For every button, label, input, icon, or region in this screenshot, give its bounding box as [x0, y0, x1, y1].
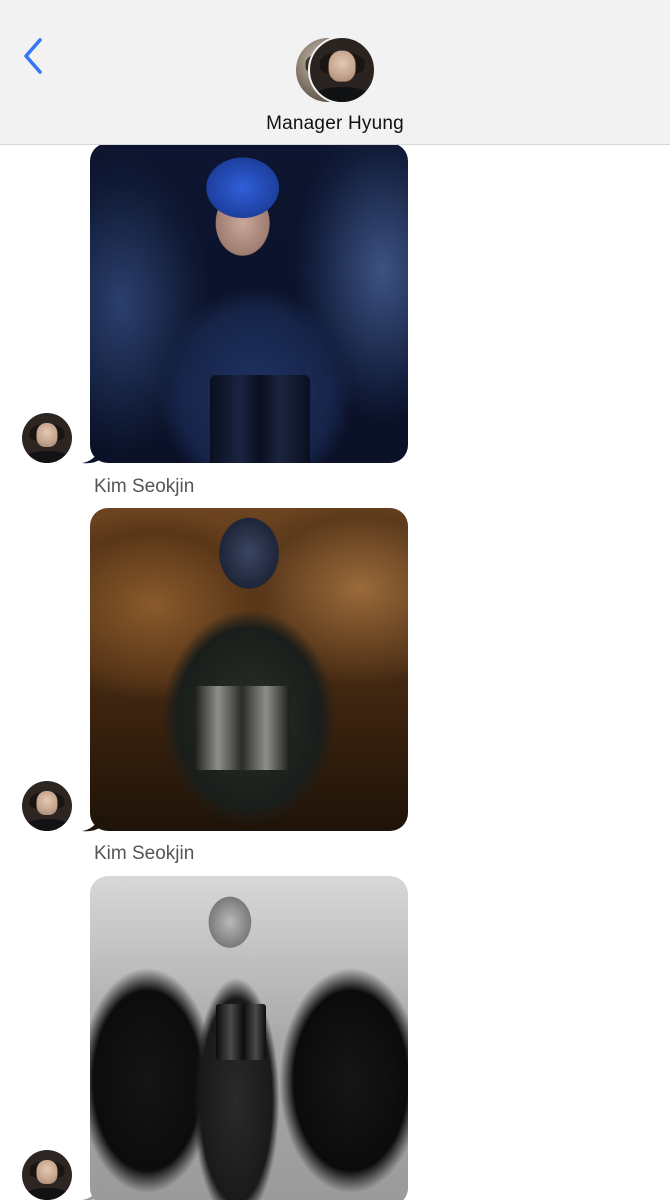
- sender-avatar[interactable]: [22, 1150, 72, 1200]
- group-avatar[interactable]: [294, 36, 378, 104]
- sender-avatar[interactable]: [22, 781, 72, 831]
- conversation-screen: Manager Hyung Kim Seokjin Kim Seokjin: [0, 0, 670, 1200]
- bubble-tail: [82, 446, 102, 464]
- photo-attachment[interactable]: [90, 508, 408, 831]
- photo-detail: [194, 686, 290, 770]
- conversation-title[interactable]: Manager Hyung: [0, 113, 670, 135]
- sender-name: Kim Seokjin: [94, 476, 195, 497]
- sender-avatar[interactable]: [22, 413, 72, 463]
- bubble-tail: [82, 814, 102, 832]
- chevron-left-icon: [24, 38, 42, 74]
- back-button[interactable]: [18, 36, 50, 76]
- bubble-tail: [82, 1183, 102, 1200]
- sender-name: Kim Seokjin: [94, 843, 195, 864]
- photo-attachment[interactable]: [90, 876, 408, 1200]
- conversation-header: Manager Hyung: [0, 0, 670, 145]
- contact-avatar-primary: [308, 36, 376, 104]
- photo-attachment[interactable]: [90, 143, 408, 463]
- photo-detail: [210, 375, 310, 463]
- photo-detail: [216, 1004, 266, 1060]
